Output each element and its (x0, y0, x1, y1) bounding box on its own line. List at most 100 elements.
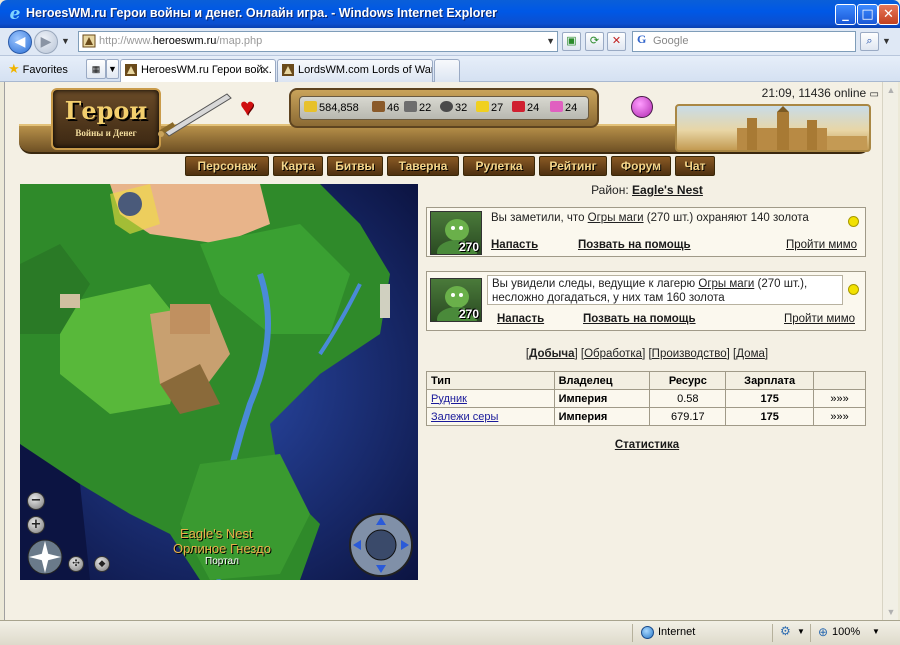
map-zoom-in-button[interactable]: + (27, 516, 45, 534)
url-host: heroeswm.ru (152, 35, 217, 47)
menu-map[interactable]: Карта (273, 156, 323, 176)
pass-by-link[interactable]: Пройти мимо (786, 239, 857, 251)
facility-type-link[interactable]: Рудник (426, 389, 555, 408)
scroll-down-icon[interactable]: ▼ (883, 604, 899, 620)
address-dropdown-icon[interactable]: ▼ (546, 32, 555, 51)
stop-icon[interactable]: ✕ (607, 32, 626, 51)
back-button[interactable]: ◀ (8, 30, 32, 54)
tab-heroeswm[interactable]: HeroesWM.ru Герои вой... ✕ (120, 59, 276, 82)
refresh-icon[interactable]: ⟳ (585, 32, 604, 51)
status-separator (772, 624, 773, 642)
table-row: Залежи серы Империя 679.17 175 »»» (426, 407, 866, 426)
facility-go-link[interactable]: »»» (813, 389, 866, 408)
new-tab-button[interactable] (434, 59, 460, 82)
monster-count: 270 (458, 307, 479, 321)
tab-houses[interactable]: Дома (736, 348, 765, 360)
url-path: /map.php (216, 35, 263, 47)
monster-count: 270 (458, 240, 479, 254)
sword-icon (158, 93, 232, 137)
tab-list-icon[interactable]: ▼ (106, 59, 119, 79)
map-layers-icon[interactable]: ◆ (94, 556, 110, 572)
zoom-dropdown-icon[interactable]: ▼ (872, 627, 880, 636)
object-category-tabs: [Добыча] [Обработка] [Производство] [Дом… (525, 348, 769, 360)
url-prefix: http://www. (99, 35, 153, 47)
tab-close-icon[interactable]: ✕ (260, 60, 270, 80)
map-zoom-out-button[interactable]: − (27, 492, 45, 510)
facility-salary: 175 (725, 407, 815, 426)
resource-sulfur: 27 (476, 97, 503, 119)
server-clock: 21:09, 11436 online ▭ (761, 86, 879, 100)
map-navigation-wheel-icon[interactable] (348, 512, 414, 578)
menu-tavern[interactable]: Таверна (387, 156, 459, 176)
ogre-mage-portrait[interactable]: 270 (430, 211, 482, 255)
favorites-label: Favorites (22, 64, 68, 76)
tab-label: HeroesWM.ru Герои вой... (141, 64, 272, 76)
scroll-up-icon[interactable]: ▲ (883, 82, 899, 98)
tab-mining[interactable]: Добыча (529, 348, 574, 360)
facility-owner: Империя (553, 407, 651, 426)
menu-character[interactable]: Персонаж (185, 156, 269, 176)
map-portal-label[interactable]: Портал (205, 556, 239, 567)
zoom-level[interactable]: 100% (832, 626, 860, 638)
search-input[interactable]: G Google (632, 31, 856, 52)
attack-link[interactable]: Напасть (497, 313, 544, 325)
mana-potion-icon[interactable] (631, 96, 653, 118)
protected-mode-dropdown-icon[interactable]: ▼ (797, 627, 805, 636)
history-dropdown-icon[interactable]: ▼ (61, 36, 70, 46)
menu-rating[interactable]: Рейтинг (539, 156, 607, 176)
address-bar[interactable]: http://www.heroeswm.ru/map.php ▼ (78, 31, 558, 52)
quick-tabs-icon[interactable]: ▦ (86, 59, 106, 79)
menu-roulette[interactable]: Рулетка (463, 156, 535, 176)
status-dot-icon (848, 216, 859, 227)
menu-forum[interactable]: Форум (611, 156, 671, 176)
ore-icon (404, 101, 417, 112)
address-toolbar: ◀ ▶ ▼ http://www.heroeswm.ru/map.php ▼ ▣… (0, 28, 900, 56)
resource-ore: 22 (404, 97, 431, 119)
call-help-link[interactable]: Позвать на помощь (583, 313, 696, 325)
maximize-button[interactable]: □ (857, 4, 878, 25)
protected-mode-icon[interactable]: ⚙ (780, 624, 791, 638)
close-button[interactable]: ✕ (878, 4, 899, 25)
resource-gems: 24 (550, 97, 577, 119)
search-icon[interactable]: ⌕ (860, 32, 879, 51)
zoom-icon[interactable]: ⊕ (818, 625, 828, 639)
favorites-button[interactable]: ★ Favorites (8, 61, 68, 77)
vertical-scrollbar[interactable]: ▲ ▼ (882, 82, 898, 620)
compass-icon[interactable] (26, 538, 64, 576)
tab-production[interactable]: Производство (652, 348, 727, 360)
forward-button[interactable]: ▶ (34, 30, 58, 54)
facility-type-link[interactable]: Залежи серы (426, 407, 555, 426)
health-heart-icon[interactable]: ♥ (240, 96, 254, 120)
pass-by-link[interactable]: Пройти мимо (784, 313, 855, 325)
monster-link[interactable]: Огры маги (698, 278, 754, 290)
minimize-button[interactable]: _ (835, 4, 856, 25)
call-help-link[interactable]: Позвать на помощь (578, 239, 691, 251)
statistics-link[interactable]: Статистика (427, 439, 867, 451)
map-center-icon[interactable]: ✣ (68, 556, 84, 572)
menu-chat[interactable]: Чат (675, 156, 715, 176)
district-header: Район: Eagle's Nest (427, 183, 867, 197)
tab-processing[interactable]: Обработка (584, 348, 642, 360)
facility-go-link[interactable]: »»» (813, 407, 866, 426)
district-link[interactable]: Eagle's Nest (632, 183, 703, 197)
wood-icon (372, 101, 385, 112)
search-options-icon[interactable]: ▼ (882, 36, 891, 46)
district-label: Район: (591, 183, 629, 197)
menu-battles[interactable]: Битвы (327, 156, 383, 176)
page-viewport: Герои Войны и Денег ♥ 584,858 46 22 32 2… (4, 82, 882, 620)
map-location-label-en: Eagle's Nest (180, 526, 253, 541)
gems-icon (550, 101, 563, 112)
world-map[interactable]: − + ✣ ◆ Eagle's Nest Орлиное Гнездо Порт… (20, 184, 418, 580)
mercury-icon (440, 101, 453, 112)
monster-link[interactable]: Огры маги (588, 212, 644, 224)
status-separator (632, 624, 633, 642)
compatibility-icon[interactable]: ▣ (562, 32, 581, 51)
ie-logo-icon: e (9, 4, 21, 24)
game-logo[interactable]: Герои Войны и Денег (51, 88, 161, 150)
sulfur-icon (476, 101, 489, 112)
window-title-bar: e HeroesWM.ru Герои войны и денег. Онлай… (0, 0, 900, 28)
tab-favicon-icon (125, 64, 137, 76)
tab-lordswm[interactable]: LordsWM.com Lords of War ... (277, 59, 433, 82)
attack-link[interactable]: Напасть (491, 239, 538, 251)
ogre-mage-portrait[interactable]: 270 (430, 278, 482, 322)
